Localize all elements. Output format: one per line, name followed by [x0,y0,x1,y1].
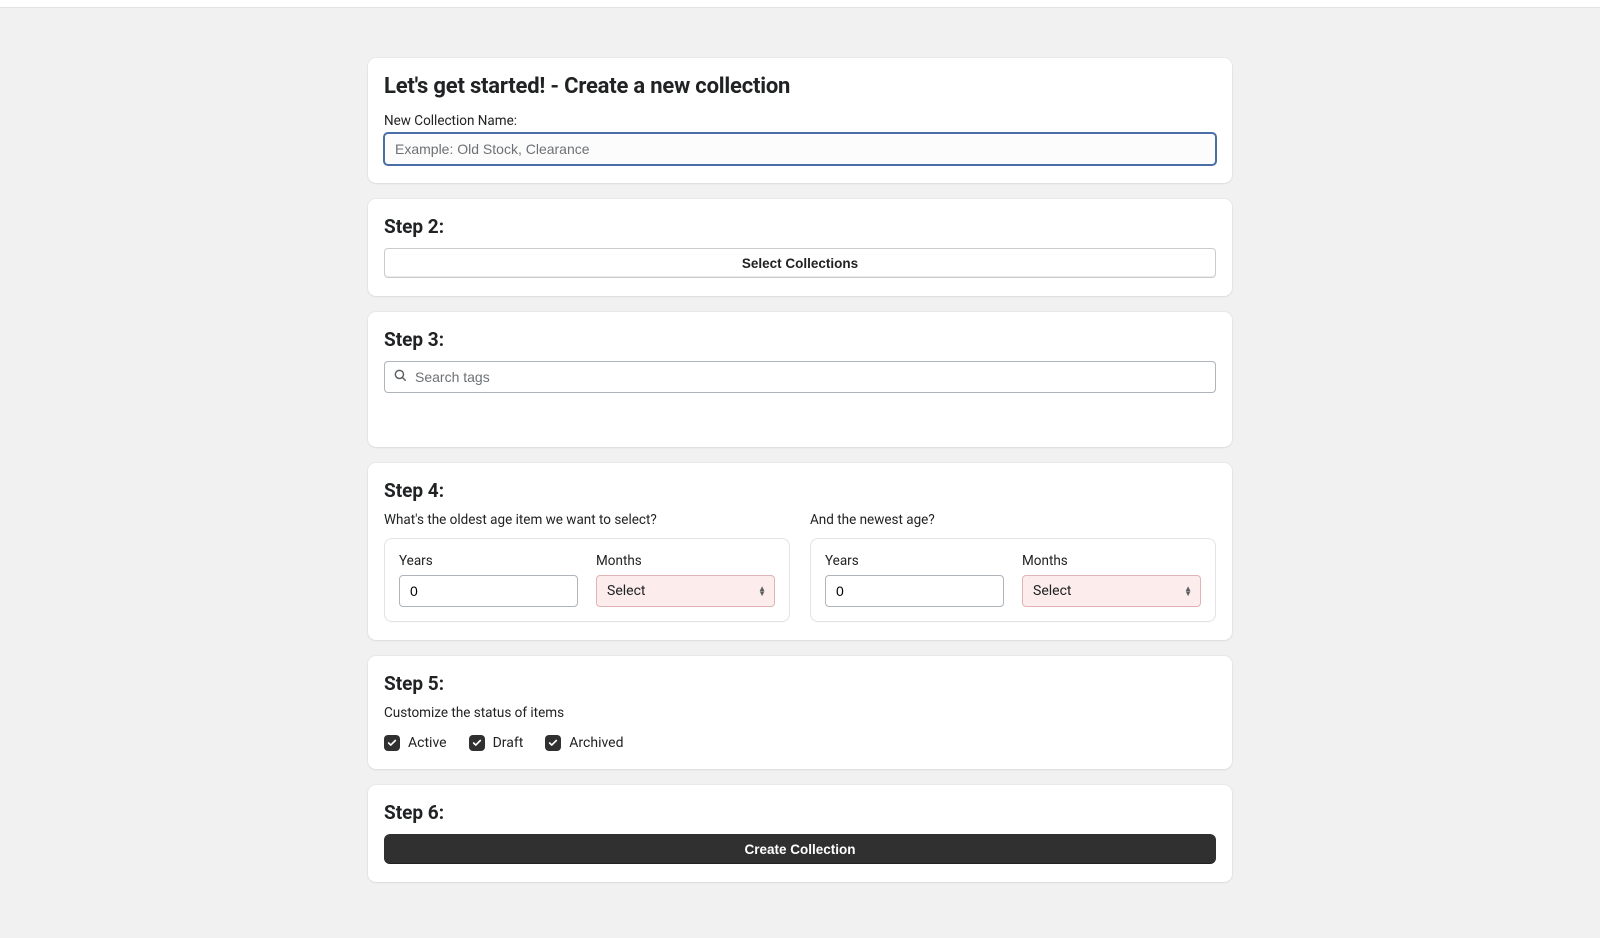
tags-empty-area [384,393,1216,429]
collection-name-label: New Collection Name: [384,113,1216,129]
oldest-months-select[interactable]: Select ▲▼ [596,575,775,607]
oldest-months-value: Select [607,583,645,599]
page-container: Let's get started! - Create a new collec… [368,8,1232,938]
step3-card: Step 3: [368,312,1232,447]
checkbox-active-label: Active [408,735,447,751]
search-tags-input[interactable] [384,361,1216,393]
newest-years-label: Years [825,553,1004,569]
step2-card: Step 2: Select Collections [368,199,1232,296]
newest-months-select[interactable]: Select ▲▼ [1022,575,1201,607]
newest-years-input[interactable] [825,575,1004,607]
step2-title: Step 2: [384,215,1216,238]
oldest-age-subcard: Years Months Select ▲▼ [384,538,790,622]
create-collection-button[interactable]: Create Collection [384,834,1216,864]
checkbox-archived-label: Archived [569,735,623,751]
oldest-years-label: Years [399,553,578,569]
step6-card: Step 6: Create Collection [368,785,1232,882]
newest-age-subcard: Years Months Select ▲▼ [810,538,1216,622]
oldest-age-label: What's the oldest age item we want to se… [384,512,790,528]
checkbox-icon [545,735,561,751]
checkbox-draft-label: Draft [493,735,524,751]
step5-card: Step 5: Customize the status of items Ac… [368,656,1232,769]
checkbox-icon [469,735,485,751]
page-title: Let's get started! - Create a new collec… [384,74,1216,99]
top-bar [0,0,1600,8]
checkbox-draft[interactable]: Draft [469,735,524,751]
oldest-age-column: What's the oldest age item we want to se… [384,512,790,622]
select-collections-button[interactable]: Select Collections [384,248,1216,278]
step4-title: Step 4: [384,479,1216,502]
select-caret-icon: ▲▼ [758,586,766,596]
step3-title: Step 3: [384,328,1216,351]
collection-name-input[interactable] [384,133,1216,165]
select-caret-icon: ▲▼ [1184,586,1192,596]
checkbox-active[interactable]: Active [384,735,447,751]
search-tags-wrap [384,361,1216,393]
step5-subtitle: Customize the status of items [384,705,1216,721]
oldest-years-input[interactable] [399,575,578,607]
newest-age-column: And the newest age? Years Months Select [810,512,1216,622]
checkbox-icon [384,735,400,751]
newest-months-value: Select [1033,583,1071,599]
checkbox-archived[interactable]: Archived [545,735,623,751]
step6-title: Step 6: [384,801,1216,824]
newest-months-label: Months [1022,553,1201,569]
step1-card: Let's get started! - Create a new collec… [368,58,1232,183]
oldest-months-label: Months [596,553,775,569]
status-checkbox-group: Active Draft Archived [384,735,1216,751]
step4-card: Step 4: What's the oldest age item we wa… [368,463,1232,640]
newest-age-label: And the newest age? [810,512,1216,528]
step5-title: Step 5: [384,672,1216,695]
